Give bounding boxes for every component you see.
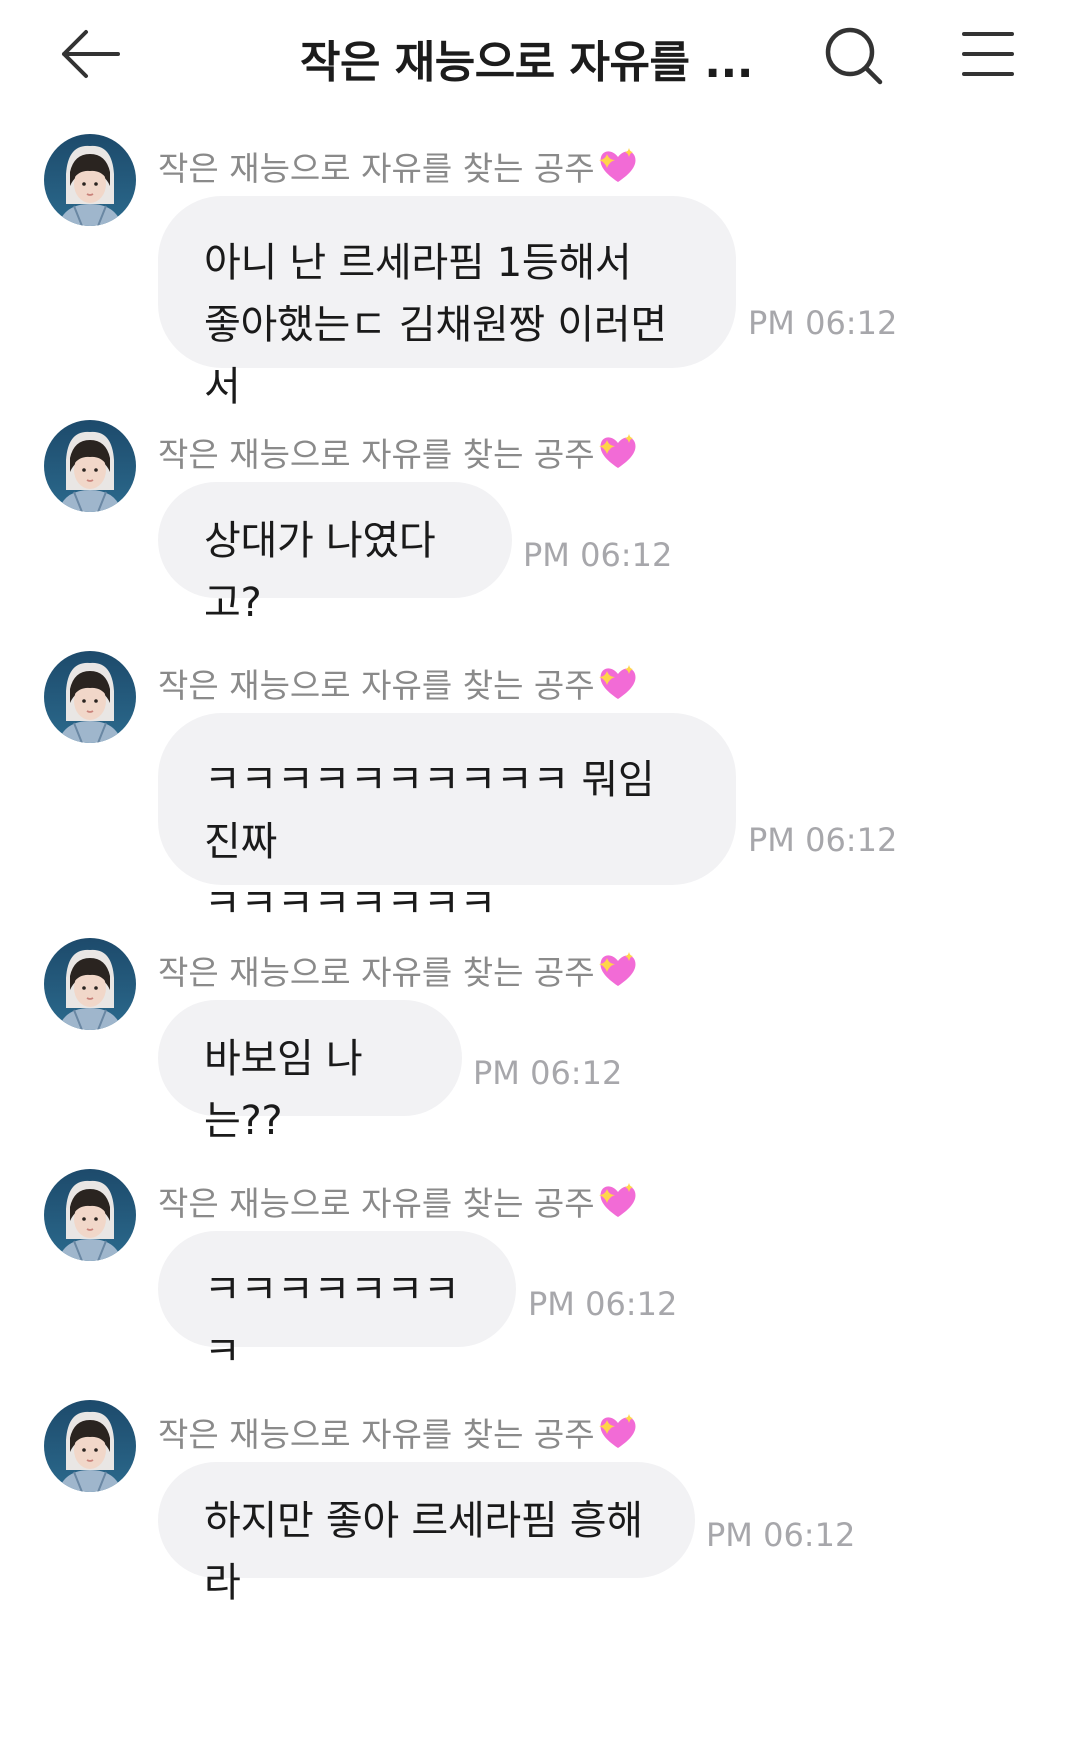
message-timestamp: PM 06:12 [473,1054,623,1092]
avatar[interactable] [44,938,136,1030]
sparkling-heart-icon [597,950,639,990]
chat-message: 작은 재능으로 자유를 찾는 공주상대가 나였다고? PM 06:12 [0,394,1080,634]
message-bubble[interactable]: 바보임 나는?? [158,1000,462,1144]
sender-name: 작은 재능으로 자유를 찾는 공주 [158,946,639,994]
avatar[interactable] [44,651,136,743]
message-bubble[interactable]: 상대가 나였다고? [158,482,512,626]
sparkling-heart-icon [597,1412,639,1452]
avatar[interactable] [44,134,136,226]
sender-name: 작은 재능으로 자유를 찾는 공주 [158,428,639,476]
sparkling-heart-icon [597,663,639,703]
sparkling-heart-icon [597,146,639,186]
back-arrow-icon[interactable] [58,26,124,82]
chat-header: 작은 재능으로 자유를 ... [0,0,1080,108]
chat-message: 작은 재능으로 자유를 찾는 공주하지만 좋아 르세라핌 흥해라 PM 06:12 [0,1374,1080,1614]
chat-message: 작은 재능으로 자유를 찾는 공주 ㅋㅋㅋㅋㅋㅋㅋㅋ PM 06:12 [0,1143,1080,1383]
sender-name-text: 작은 재능으로 자유를 찾는 공주 [158,1184,595,1223]
search-icon[interactable] [822,24,886,88]
message-list[interactable]: 작은 재능으로 자유를 찾는 공주아니 난 르세라핌 1등해서 좋아했는ㄷ 김채… [0,108,1080,1757]
message-timestamp: PM 06:12 [748,304,898,342]
sender-name-text: 작은 재능으로 자유를 찾는 공주 [158,435,595,474]
sender-name-text: 작은 재능으로 자유를 찾는 공주 [158,1415,595,1454]
sender-name-text: 작은 재능으로 자유를 찾는 공주 [158,666,595,705]
sender-name-text: 작은 재능으로 자유를 찾는 공주 [158,149,595,188]
message-bubble[interactable]: 아니 난 르세라핌 1등해서 좋아했는ㄷ 김채원짱 이러면서 [158,196,736,410]
chat-message: 작은 재능으로 자유를 찾는 공주아니 난 르세라핌 1등해서 좋아했는ㄷ 김채… [0,108,1080,410]
sender-name: 작은 재능으로 자유를 찾는 공주 [158,142,639,190]
chat-message: 작은 재능으로 자유를 찾는 공주바보임 나는?? PM 06:12 [0,912,1080,1152]
sender-name: 작은 재능으로 자유를 찾는 공주 [158,659,639,707]
message-bubble[interactable]: ㅋㅋㅋㅋㅋㅋㅋㅋㅋㅋ 뭐임진짜 ㅋㅋㅋㅋㅋㅋㅋㅋ [158,713,736,927]
chat-title: 작은 재능으로 자유를 ... [300,37,753,88]
sender-name: 작은 재능으로 자유를 찾는 공주 [158,1408,639,1456]
avatar[interactable] [44,1169,136,1261]
avatar[interactable] [44,420,136,512]
sparkling-heart-icon [597,1181,639,1221]
message-timestamp: PM 06:12 [528,1285,678,1323]
message-timestamp: PM 06:12 [748,821,898,859]
message-bubble[interactable]: ㅋㅋㅋㅋㅋㅋㅋㅋ [158,1231,516,1375]
message-timestamp: PM 06:12 [706,1516,856,1554]
sender-name-text: 작은 재능으로 자유를 찾는 공주 [158,953,595,992]
message-bubble[interactable]: 하지만 좋아 르세라핌 흥해라 [158,1462,695,1606]
chat-message: 작은 재능으로 자유를 찾는 공주 ㅋㅋㅋㅋㅋㅋㅋㅋㅋㅋ 뭐임진짜 ㅋㅋㅋㅋㅋㅋㅋ… [0,625,1080,927]
sparkling-heart-icon [597,432,639,472]
avatar[interactable] [44,1400,136,1492]
sender-name: 작은 재능으로 자유를 찾는 공주 [158,1177,639,1225]
menu-icon[interactable] [960,26,1016,82]
message-timestamp: PM 06:12 [523,536,673,574]
